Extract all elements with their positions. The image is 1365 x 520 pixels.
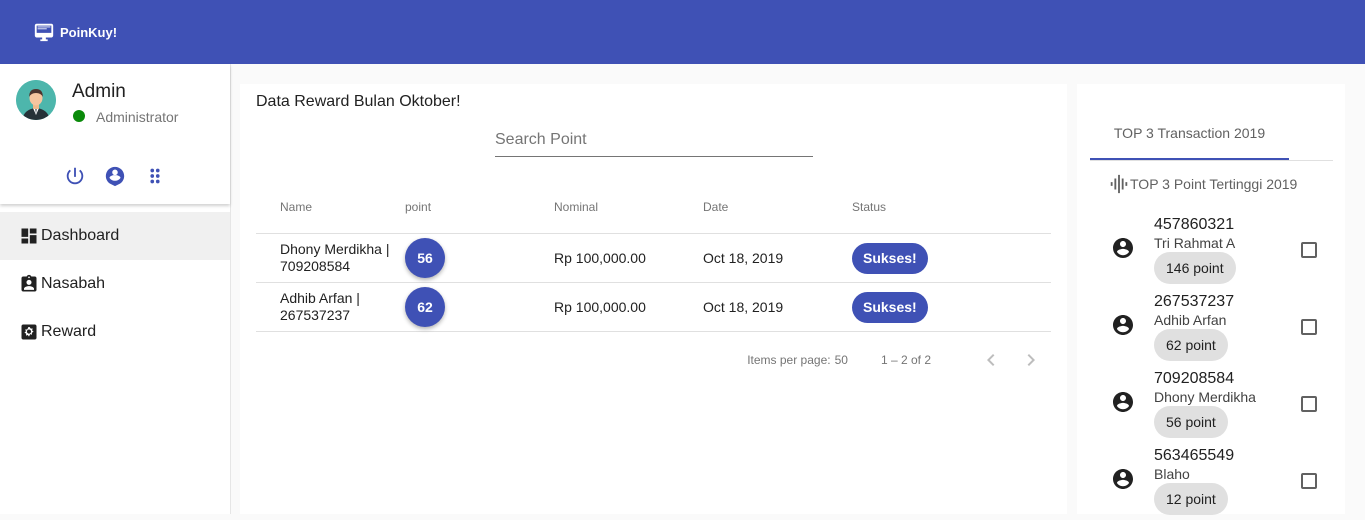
sidebar-nav: Dashboard Nasabah Reward <box>0 212 230 356</box>
power-icon <box>66 167 84 185</box>
account-pin-icon <box>105 166 125 187</box>
table-header-row: Name point Nominal Date Status <box>256 180 1051 234</box>
profile-card: Admin Administrator <box>0 64 230 204</box>
profile-actions <box>64 165 184 187</box>
cell-nominal: Rp 100,000.00 <box>554 233 703 283</box>
brand-name: PoinKuy! <box>60 24 118 40</box>
account-number: 563465549 <box>1154 447 1235 464</box>
contact-badge-icon <box>21 274 37 292</box>
points-chip[interactable]: 62 point <box>1154 329 1228 361</box>
column-header-nominal[interactable]: Nominal <box>554 180 703 234</box>
page-size-select[interactable]: 50 <box>835 353 848 367</box>
select-checkbox[interactable] <box>1301 319 1317 335</box>
points-chip[interactable]: 12 point <box>1154 483 1228 515</box>
list-item[interactable]: 563465549 Blaho 12 point <box>1077 443 1345 520</box>
card-title: Data Reward Bulan Oktober! <box>256 93 461 110</box>
cell-name: Dhony Merdikha | 709208584 <box>256 233 405 283</box>
search-field <box>495 128 813 157</box>
tab-top-transactions[interactable]: TOP 3 Transaction 2019 <box>1090 108 1289 160</box>
account-circle-icon <box>1113 315 1133 335</box>
points-chip[interactable]: 146 point <box>1154 252 1236 284</box>
select-checkbox[interactable] <box>1301 473 1317 489</box>
avatar <box>16 80 56 120</box>
customer-name: Dhony Merdikha <box>1154 389 1256 405</box>
account-circle-icon <box>1113 392 1133 412</box>
next-page-button[interactable] <box>1011 340 1051 380</box>
paginator: Items per page: 50 1 – 2 of 2 <box>256 332 1051 388</box>
top-transactions-card: TOP 3 Transaction 2019 TOP 3 Point Terti… <box>1077 84 1345 515</box>
profile-role: Administrator <box>96 109 179 125</box>
cell-date: Oct 18, 2019 <box>703 233 852 283</box>
profile-name: Admin <box>72 81 126 102</box>
status-badge[interactable]: Sukses! <box>852 242 928 274</box>
page-range-label: 1 – 2 of 2 <box>880 353 931 367</box>
cell-nominal: Rp 100,000.00 <box>554 282 703 332</box>
list-item[interactable]: 457860321 Tri Rahmat A 146 point <box>1077 212 1345 289</box>
apps-button[interactable] <box>144 165 166 187</box>
column-header-name[interactable]: Name <box>256 180 405 234</box>
computer-monitor-icon <box>34 23 54 42</box>
status-badge[interactable]: Sukses! <box>852 291 928 323</box>
column-header-date[interactable]: Date <box>703 180 852 234</box>
column-header-status[interactable]: Status <box>852 180 1051 234</box>
customer-name: Tri Rahmat A <box>1154 235 1236 251</box>
sidebar: Admin Administrator Dashboard Nasabah Re… <box>0 64 231 514</box>
cell-name: Adhib Arfan | 267537237 <box>256 282 405 332</box>
reward-icon <box>21 324 37 340</box>
search-input[interactable] <box>495 128 813 152</box>
list-subheader: TOP 3 Point Tertinggi 2019 <box>1108 173 1297 195</box>
account-number: 267537237 <box>1154 293 1235 310</box>
point-badge[interactable]: 56 <box>405 238 445 278</box>
customer-name: Adhib Arfan <box>1154 312 1227 328</box>
brand[interactable]: PoinKuy! <box>33 21 117 43</box>
table-row[interactable]: Adhib Arfan | 267537237 62 Rp 100,000.00… <box>256 282 1051 332</box>
account-circle-icon <box>1113 238 1133 258</box>
drag-dots-icon <box>150 168 160 184</box>
online-status-dot <box>73 110 85 122</box>
account-number: 457860321 <box>1154 216 1235 233</box>
account-number: 709208584 <box>1154 370 1235 387</box>
chevron-right-icon <box>1027 354 1035 366</box>
chevron-left-icon <box>987 354 995 366</box>
items-per-page-label: Items per page: <box>747 353 831 367</box>
point-badge[interactable]: 62 <box>405 287 445 327</box>
sidebar-item-reward[interactable]: Reward <box>0 308 230 356</box>
select-checkbox[interactable] <box>1301 396 1317 412</box>
tab-header: TOP 3 Transaction 2019 <box>1090 108 1333 161</box>
top-toolbar: PoinKuy! <box>0 0 1365 64</box>
graphic-eq-icon <box>1110 174 1128 194</box>
reward-table: Name point Nominal Date Status Dhony Mer… <box>256 180 1051 332</box>
sidebar-item-label: Reward <box>41 323 97 340</box>
account-circle-icon <box>1113 469 1133 489</box>
customer-name: Blaho <box>1154 466 1190 482</box>
column-header-point[interactable]: point <box>405 180 554 234</box>
select-checkbox[interactable] <box>1301 242 1317 258</box>
account-button[interactable] <box>104 165 126 187</box>
dashboard-icon <box>21 228 37 244</box>
sidebar-item-dashboard[interactable]: Dashboard <box>0 212 230 260</box>
power-button[interactable] <box>64 165 86 187</box>
points-chip[interactable]: 56 point <box>1154 406 1228 438</box>
top-points-list: 457860321 Tri Rahmat A 146 point 2675372… <box>1077 212 1345 520</box>
reward-card: Data Reward Bulan Oktober! Name point No… <box>240 84 1067 514</box>
sidebar-item-label: Nasabah <box>41 275 106 292</box>
list-item[interactable]: 267537237 Adhib Arfan 62 point <box>1077 289 1345 366</box>
subheader-label: TOP 3 Point Tertinggi 2019 <box>1130 176 1298 192</box>
previous-page-button[interactable] <box>971 340 1011 380</box>
list-item[interactable]: 709208584 Dhony Merdikha 56 point <box>1077 366 1345 443</box>
sidebar-item-label: Dashboard <box>41 227 120 244</box>
sidebar-item-nasabah[interactable]: Nasabah <box>0 260 230 308</box>
cell-date: Oct 18, 2019 <box>703 282 852 332</box>
table-row[interactable]: Dhony Merdikha | 709208584 56 Rp 100,000… <box>256 233 1051 283</box>
person-avatar-icon <box>16 80 56 120</box>
